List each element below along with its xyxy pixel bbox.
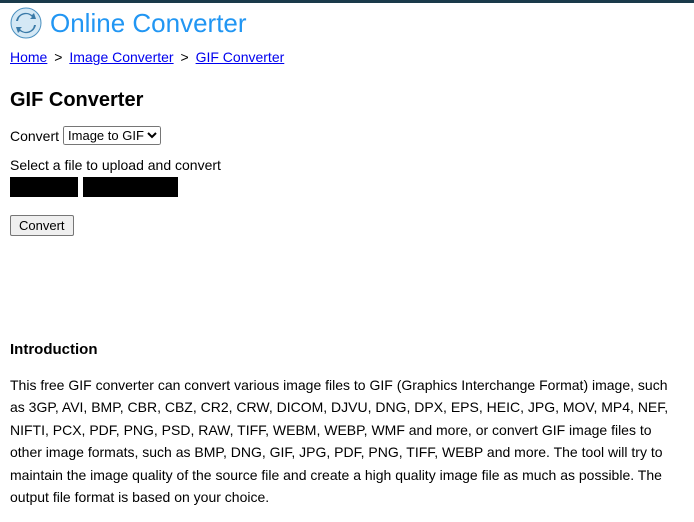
- site-title[interactable]: Online Converter: [50, 8, 247, 39]
- page-title: GIF Converter: [10, 89, 684, 112]
- breadcrumb-image-converter[interactable]: Image Converter: [69, 49, 173, 65]
- select-file-label: Select a file to upload and convert: [10, 157, 684, 173]
- file-name-display: [83, 177, 178, 197]
- intro-heading: Introduction: [10, 341, 684, 358]
- convert-button[interactable]: Convert: [10, 215, 74, 236]
- breadcrumb-home[interactable]: Home: [10, 49, 47, 65]
- breadcrumb: Home > Image Converter > GIF Converter: [0, 43, 694, 71]
- intro-text: This free GIF converter can convert vari…: [10, 374, 684, 508]
- file-browse-button[interactable]: [10, 177, 78, 197]
- convert-label: Convert: [10, 128, 59, 144]
- spacer: [10, 236, 684, 341]
- main-content: GIF Converter Convert Image to GIF Selec…: [0, 89, 694, 508]
- breadcrumb-sep: >: [54, 49, 62, 65]
- header: Online Converter: [0, 3, 694, 43]
- convert-select[interactable]: Image to GIF: [63, 126, 161, 145]
- convert-row: Convert Image to GIF: [10, 126, 684, 145]
- file-inputs: [10, 177, 684, 197]
- breadcrumb-sep: >: [181, 49, 189, 65]
- refresh-icon: [10, 7, 42, 39]
- breadcrumb-gif-converter[interactable]: GIF Converter: [196, 49, 285, 65]
